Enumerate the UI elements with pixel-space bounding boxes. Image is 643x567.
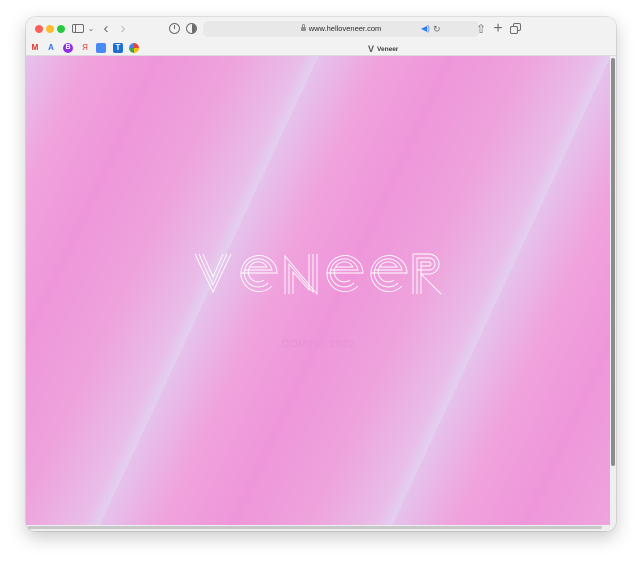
yandex-icon[interactable]: Я xyxy=(80,43,90,53)
lock-icon xyxy=(300,24,306,31)
active-tab[interactable]: V Veneer xyxy=(368,41,398,57)
zoom-window-button[interactable] xyxy=(57,25,65,33)
reload-icon[interactable]: ↻ xyxy=(433,23,441,35)
t-icon[interactable]: T xyxy=(113,43,123,53)
docs-icon[interactable] xyxy=(96,43,106,53)
back-arrow-icon[interactable]: ‹ xyxy=(101,20,111,38)
tab-overview-icon[interactable] xyxy=(510,20,522,38)
favorites-bar: M A B Я T V Veneer xyxy=(26,41,616,56)
veneer-logo xyxy=(194,253,442,296)
vertical-scrollbar[interactable] xyxy=(610,56,616,528)
chevron-down-icon[interactable]: ⌄ xyxy=(87,20,95,38)
url-text: www.helloveneer.com xyxy=(308,24,382,33)
new-tab-plus-icon[interactable]: + xyxy=(492,20,504,38)
b-icon[interactable]: B xyxy=(63,43,73,53)
privacy-report-icon[interactable] xyxy=(185,20,199,38)
tab-title: Veneer xyxy=(377,46,399,53)
speaker-icon[interactable]: ◀) xyxy=(421,24,430,34)
sidebar-toggle-icon[interactable] xyxy=(72,20,86,38)
share-icon[interactable]: ⇧ xyxy=(475,20,487,38)
forward-arrow-icon[interactable]: › xyxy=(118,20,128,38)
minimize-window-button[interactable] xyxy=(46,25,54,33)
title-bar: ⌄ ‹ › www.helloveneer.com ◀) ↻ ⇧ + xyxy=(26,17,616,41)
clock-icon[interactable] xyxy=(168,20,182,38)
horizontal-scrollbar[interactable] xyxy=(26,525,610,531)
atlassian-icon[interactable]: A xyxy=(46,43,56,53)
photos-icon[interactable] xyxy=(129,43,139,53)
coming-soon-text: COMING 2022 xyxy=(281,338,355,350)
page-content: COMING 2022 xyxy=(26,56,610,528)
veneer-favicon-icon: V xyxy=(368,44,375,54)
gmail-icon[interactable]: M xyxy=(30,43,40,53)
address-bar[interactable]: www.helloveneer.com ◀) ↻ xyxy=(203,21,479,37)
browser-window: ⌄ ‹ › www.helloveneer.com ◀) ↻ ⇧ + M A B… xyxy=(26,17,616,531)
close-window-button[interactable] xyxy=(35,25,43,33)
